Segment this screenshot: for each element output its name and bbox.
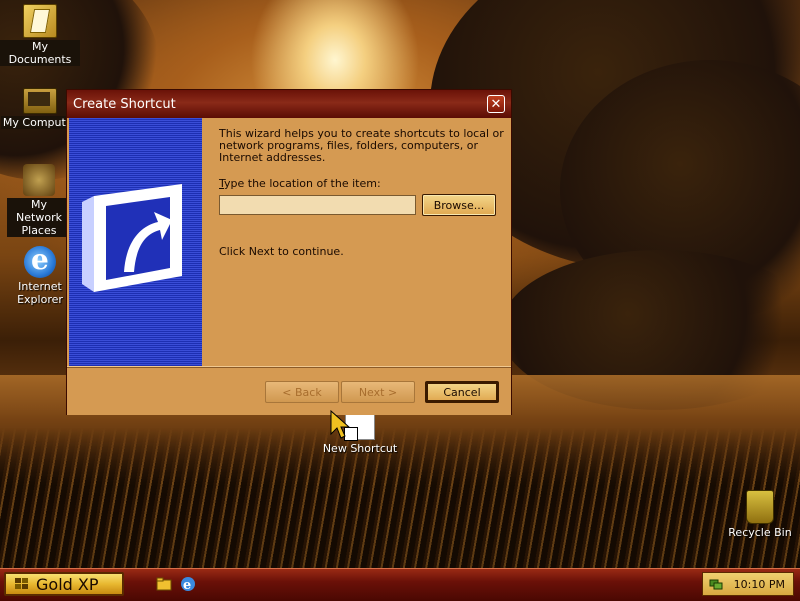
svg-text:e: e [183,578,191,592]
close-icon: ✕ [490,97,502,112]
mouse-cursor-icon [330,410,350,439]
create-shortcut-dialog: Create Shortcut ✕ This wizard helps you … [66,89,512,415]
folder-icon[interactable] [156,576,172,592]
taskbar: Gold XP e 10:10 PM [0,568,800,601]
recycle-bin-icon [746,490,774,524]
desktop-icon-label: New Shortcut [322,442,398,455]
desktop-icon-label: Internet Explorer [17,280,63,306]
my-documents-icon [23,4,57,38]
desktop-icon-label: My Network Places [7,198,71,237]
wizard-content: This wizard helps you to create shortcut… [219,128,504,258]
location-label: Type the location of the item: [219,177,381,190]
desktop-icon-recycle-bin[interactable]: Recycle Bin [720,490,800,539]
system-tray: 10:10 PM [702,572,794,596]
dialog-titlebar[interactable]: Create Shortcut ✕ [67,90,511,118]
close-button[interactable]: ✕ [487,95,505,113]
location-input[interactable] [219,195,416,215]
start-flag-icon [15,578,28,589]
desktop-icon-label: Recycle Bin [728,526,792,539]
next-button[interactable]: Next > [341,381,415,403]
shortcut-arrow-icon [82,184,182,292]
internet-explorer-icon[interactable]: e [180,576,196,592]
desktop-icon-label: My Documents [0,40,80,66]
network-tray-icon[interactable] [709,577,723,591]
clock[interactable]: 10:10 PM [734,578,785,591]
internet-explorer-icon [24,243,56,278]
back-button[interactable]: < Back [265,381,339,403]
my-computer-icon [23,88,57,114]
start-button[interactable]: Gold XP [4,572,124,596]
cancel-button[interactable]: Cancel [425,381,499,403]
start-label: Gold XP [36,574,99,594]
browse-button[interactable]: Browse... [422,194,496,216]
dialog-title: Create Shortcut [73,96,176,112]
wizard-side-panel [69,118,202,366]
network-places-icon [23,164,55,196]
desktop-icon-my-documents[interactable]: My Documents [0,4,80,66]
location-row: Browse... [219,194,504,216]
continue-hint: Click Next to continue. [219,245,344,258]
dialog-body: This wizard helps you to create shortcut… [67,118,511,366]
dialog-footer: < Back Next > Cancel [67,366,511,415]
wizard-intro-text: This wizard helps you to create shortcut… [219,127,504,164]
